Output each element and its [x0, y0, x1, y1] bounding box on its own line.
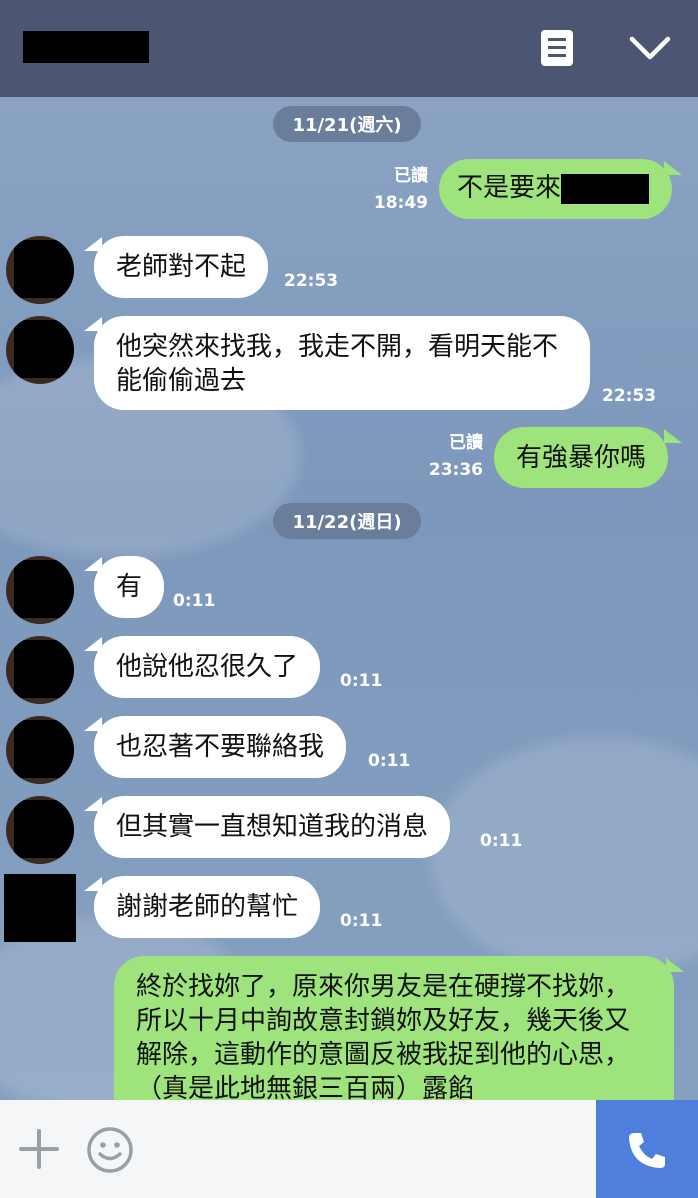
list-icon[interactable] — [541, 30, 573, 66]
incoming-message[interactable]: 有 — [94, 556, 165, 618]
outgoing-message[interactable]: 不是要來 — [439, 159, 672, 219]
incoming-message[interactable]: 老師對不起 — [94, 236, 269, 298]
message-text: 也忍著不要聯絡我 — [116, 732, 325, 762]
message-time: 0:11 — [340, 671, 383, 691]
read-receipt: 已讀 — [394, 166, 428, 186]
outgoing-message[interactable]: 有強暴你嗎 — [494, 427, 669, 488]
avatar[interactable] — [6, 556, 74, 624]
message-text: 他說他忍很久了 — [116, 652, 299, 682]
incoming-message[interactable]: 他突然來找我，我走不開，看明天能不能偷偷過去 — [94, 316, 590, 410]
plus-icon[interactable] — [18, 1128, 60, 1170]
message-time: 0:11 — [340, 911, 383, 931]
message-time: 0:11 — [368, 751, 411, 771]
message-time: 22:53 — [602, 386, 657, 406]
message-text: 但其實一直想知道我的消息 — [116, 812, 429, 842]
avatar[interactable] — [4, 874, 76, 942]
message-time: 23:36 — [428, 460, 483, 480]
date-separator: 11/22(週日) — [273, 503, 421, 539]
incoming-message[interactable]: 也忍著不要聯絡我 — [94, 716, 347, 778]
avatar[interactable] — [6, 316, 74, 384]
chevron-down-icon[interactable] — [628, 33, 672, 63]
message-text: 終於找妳了，原來你男友是在硬撐不找妳，所以十月中詢故意封鎖妳及好友，幾天後又解除… — [136, 972, 631, 1100]
message-time: 0:11 — [173, 591, 216, 611]
avatar[interactable] — [6, 636, 74, 704]
message-text: 不是要來 — [457, 173, 562, 203]
message-text: 老師對不起 — [116, 252, 247, 282]
message-text: 有強暴你嗎 — [516, 443, 647, 473]
outgoing-message[interactable]: 終於找妳了，原來你男友是在硬撐不找妳，所以十月中詢故意封鎖妳及好友，幾天後又解除… — [114, 956, 674, 1100]
message-time: 18:49 — [373, 193, 428, 213]
avatar[interactable] — [6, 236, 74, 304]
message-time: 22:53 — [284, 271, 339, 291]
message-time: 0:11 — [480, 831, 523, 851]
message-text: 謝謝老師的幫忙 — [116, 892, 299, 922]
incoming-message[interactable]: 謝謝老師的幫忙 — [94, 876, 321, 938]
message-list[interactable]: 11/21(週六) 已讀 18:49 不是要來 老師對不起 22:53 他突然來… — [0, 97, 698, 1100]
message-text: 他突然來找我，我走不開，看明天能不能偷偷過去 — [116, 332, 559, 396]
read-receipt: 已讀 — [449, 433, 483, 453]
redaction-block — [561, 173, 650, 204]
avatar[interactable] — [6, 716, 74, 784]
date-separator: 11/21(週六) — [273, 106, 421, 142]
incoming-message[interactable]: 但其實一直想知道我的消息 — [94, 796, 451, 858]
avatar[interactable] — [6, 796, 74, 864]
input-bar — [0, 1100, 698, 1198]
phone-icon — [629, 1133, 665, 1168]
contact-name-redacted — [23, 31, 149, 63]
message-text: 有 — [116, 572, 143, 602]
call-button[interactable] — [596, 1100, 698, 1198]
incoming-message[interactable]: 他說他忍很久了 — [94, 636, 321, 698]
chat-header — [0, 0, 698, 97]
smile-icon[interactable] — [86, 1126, 134, 1174]
